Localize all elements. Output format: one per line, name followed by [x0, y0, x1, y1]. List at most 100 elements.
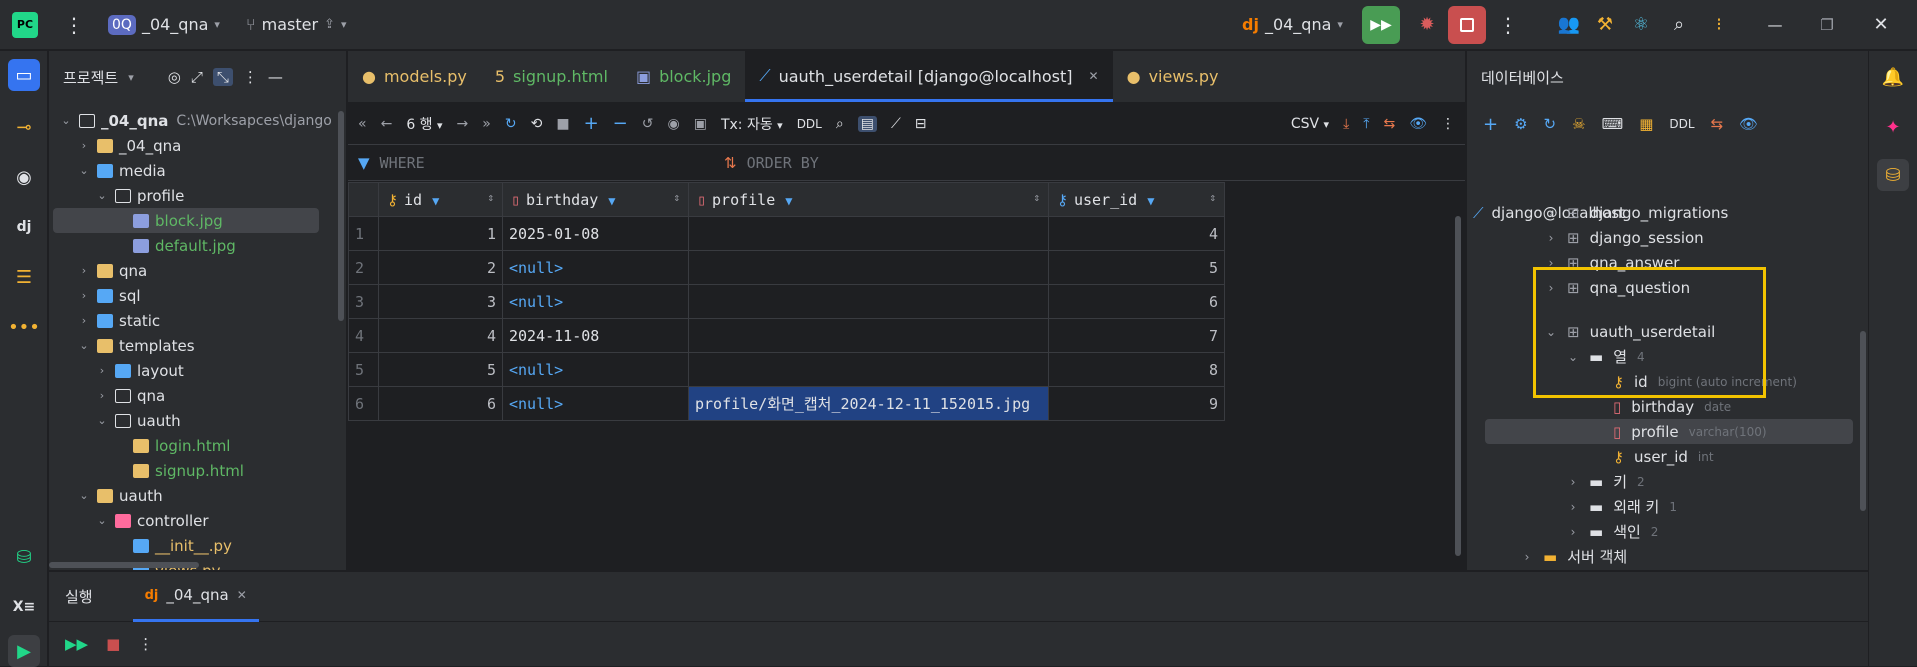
- maximize-icon[interactable]: ❐: [1812, 12, 1842, 38]
- table-row[interactable]: 6 6 <null> profile/화면_캡처_2024-12-11_152015.…: [348, 386, 1225, 421]
- chevron-right-icon[interactable]: ›: [95, 364, 109, 377]
- ai-assistant-icon[interactable]: ✦: [1877, 111, 1909, 143]
- cancel-query-icon[interactable]: ■: [556, 116, 569, 132]
- chevron-right-icon[interactable]: ›: [1543, 231, 1559, 245]
- close-window-icon[interactable]: ✕: [1866, 12, 1896, 38]
- column-header-user_id[interactable]: ⚷ user_id ▼ ⇕: [1048, 182, 1225, 217]
- cell-user_id[interactable]: 8: [1048, 352, 1225, 387]
- db-table-item[interactable]: › ⊞ django_migrations: [1543, 200, 1729, 225]
- console-icon[interactable]: ⌨: [1602, 115, 1624, 133]
- cell-id[interactable]: 4: [378, 318, 503, 353]
- chevron-right-icon[interactable]: ›: [1565, 475, 1581, 489]
- chevron-down-icon[interactable]: ⌄: [77, 489, 91, 502]
- tree-item[interactable]: ⌄ uauth: [77, 483, 162, 508]
- stop-button[interactable]: [1448, 5, 1486, 44]
- editor-tab[interactable]: 5 signup.html: [481, 50, 622, 102]
- table-edit-icon[interactable]: ▦: [1639, 115, 1653, 133]
- export-icon[interactable]: ⤓: [1343, 116, 1349, 132]
- chevron-down-icon[interactable]: ⌄: [95, 189, 109, 202]
- chevron-right-icon[interactable]: ›: [1565, 525, 1581, 539]
- order-by-filter[interactable]: ⇅ ORDER BY: [724, 154, 819, 172]
- db-scrollbar[interactable]: [1860, 331, 1866, 511]
- cell-user_id[interactable]: 6: [1048, 284, 1225, 319]
- row-number[interactable]: 3: [348, 284, 379, 319]
- next-page-icon[interactable]: →: [457, 116, 469, 132]
- close-icon[interactable]: ✕: [1089, 69, 1099, 83]
- row-number[interactable]: 2: [348, 250, 379, 285]
- cell-id[interactable]: 5: [378, 352, 503, 387]
- cell-profile[interactable]: profile/화면_캡처_2024-12-11_152015.jpg: [688, 386, 1049, 421]
- db-folder-item[interactable]: › ▬ 외래 키 1: [1565, 494, 1677, 519]
- tree-item[interactable]: default.jpg: [113, 233, 236, 258]
- grid-corner[interactable]: [348, 182, 379, 217]
- notifications-icon[interactable]: 🔔: [1877, 61, 1909, 93]
- options-icon[interactable]: ⋮: [243, 68, 258, 86]
- submit-icon[interactable]: ▣: [694, 116, 707, 132]
- filter-icon[interactable]: ▼: [432, 194, 439, 208]
- history-icon[interactable]: ⟲: [531, 116, 543, 132]
- target-icon[interactable]: ◎: [168, 68, 181, 86]
- last-page-icon[interactable]: »: [482, 116, 491, 132]
- close-icon[interactable]: ✕: [237, 588, 247, 602]
- rerun-icon[interactable]: ▶▶: [65, 635, 88, 653]
- pycharm-logo-icon[interactable]: PC: [12, 11, 38, 38]
- table-row[interactable]: 1 1 2025-01-08 4: [348, 216, 1225, 251]
- db-folder-item[interactable]: › ▬ 키 2: [1565, 469, 1645, 494]
- tree-item[interactable]: ⌄ media: [77, 158, 165, 183]
- run-config-selector[interactable]: dj _04_qna ▾: [1242, 15, 1343, 34]
- chevron-right-icon[interactable]: ›: [77, 289, 91, 302]
- tree-item[interactable]: › _04_qna: [77, 133, 182, 158]
- eye-icon[interactable]: 👁: [1409, 116, 1427, 132]
- chevron-right-icon[interactable]: ›: [77, 264, 91, 277]
- refresh-icon[interactable]: ↻: [1544, 115, 1557, 133]
- cell-id[interactable]: 1: [378, 216, 503, 251]
- settings-grid-icon[interactable]: ⊟: [915, 116, 927, 132]
- sort-icon[interactable]: ⇕: [1033, 191, 1040, 204]
- row-number[interactable]: 5: [348, 352, 379, 387]
- run-tab[interactable]: dj _04_qna ✕: [132, 572, 259, 622]
- reload-icon[interactable]: ↻: [505, 116, 517, 132]
- cell-birthday[interactable]: <null>: [502, 284, 689, 319]
- django-structure-icon[interactable]: dj: [8, 211, 40, 243]
- cell-user_id[interactable]: 4: [1048, 216, 1225, 251]
- cell-birthday[interactable]: <null>: [502, 352, 689, 387]
- chevron-down-icon[interactable]: ⌄: [95, 414, 109, 427]
- main-menu-icon[interactable]: ⋮: [64, 12, 84, 38]
- chevron-right-icon[interactable]: ›: [77, 139, 91, 152]
- prev-page-icon[interactable]: ←: [381, 116, 393, 132]
- row-number[interactable]: 6: [348, 386, 379, 421]
- tools-icon[interactable]: ⚒: [1592, 12, 1618, 38]
- commit-icon[interactable]: ⊸: [8, 111, 40, 143]
- tree-item[interactable]: login.html: [113, 433, 230, 458]
- tree-item[interactable]: › qna: [77, 258, 147, 283]
- table-row[interactable]: 5 5 <null> 8: [348, 352, 1225, 387]
- tree-root[interactable]: ⌄ _04_qna C:\Worksapces\django: [59, 108, 331, 133]
- db-properties-icon[interactable]: ⚙: [1514, 115, 1527, 133]
- cell-profile[interactable]: [688, 250, 1049, 285]
- tree-item[interactable]: __init__.py: [113, 533, 232, 558]
- settings-dots-icon[interactable]: ⁝: [1706, 12, 1732, 38]
- column-header-id[interactable]: ⚷ id ▼ ⇕: [378, 182, 503, 217]
- stop-run-icon[interactable]: ■: [106, 635, 120, 653]
- project-panel-title[interactable]: 프로젝트: [63, 67, 118, 88]
- revert-icon[interactable]: ↺: [642, 116, 654, 132]
- project-scrollbar[interactable]: [338, 111, 344, 321]
- where-filter[interactable]: ▼ WHERE: [348, 154, 724, 172]
- excel-icon[interactable]: X≡: [8, 591, 40, 623]
- sort-icon[interactable]: ⇕: [673, 191, 680, 204]
- cell-id[interactable]: 3: [378, 284, 503, 319]
- editor-tab[interactable]: ⟋ uauth_userdetail [django@localhost] ✕: [745, 50, 1113, 102]
- tree-item[interactable]: block.jpg: [53, 208, 319, 233]
- row-number[interactable]: 1: [348, 216, 379, 251]
- db-eye-icon[interactable]: 👁: [1739, 115, 1758, 133]
- skull-icon[interactable]: ☠: [1572, 115, 1585, 133]
- tree-item[interactable]: › layout: [95, 358, 184, 383]
- branch-switcher[interactable]: ⑂ master ⇪ ▾: [246, 15, 346, 34]
- column-header-birthday[interactable]: ▯ birthday ▼ ⇕: [502, 182, 689, 217]
- cell-birthday[interactable]: <null>: [502, 250, 689, 285]
- github-icon[interactable]: ◉: [8, 161, 40, 193]
- cell-birthday[interactable]: 2024-11-08: [502, 318, 689, 353]
- first-page-icon[interactable]: «: [358, 116, 367, 132]
- more-actions-icon[interactable]: ⋮: [1498, 12, 1518, 38]
- expand-all-icon[interactable]: ⤢: [191, 68, 203, 86]
